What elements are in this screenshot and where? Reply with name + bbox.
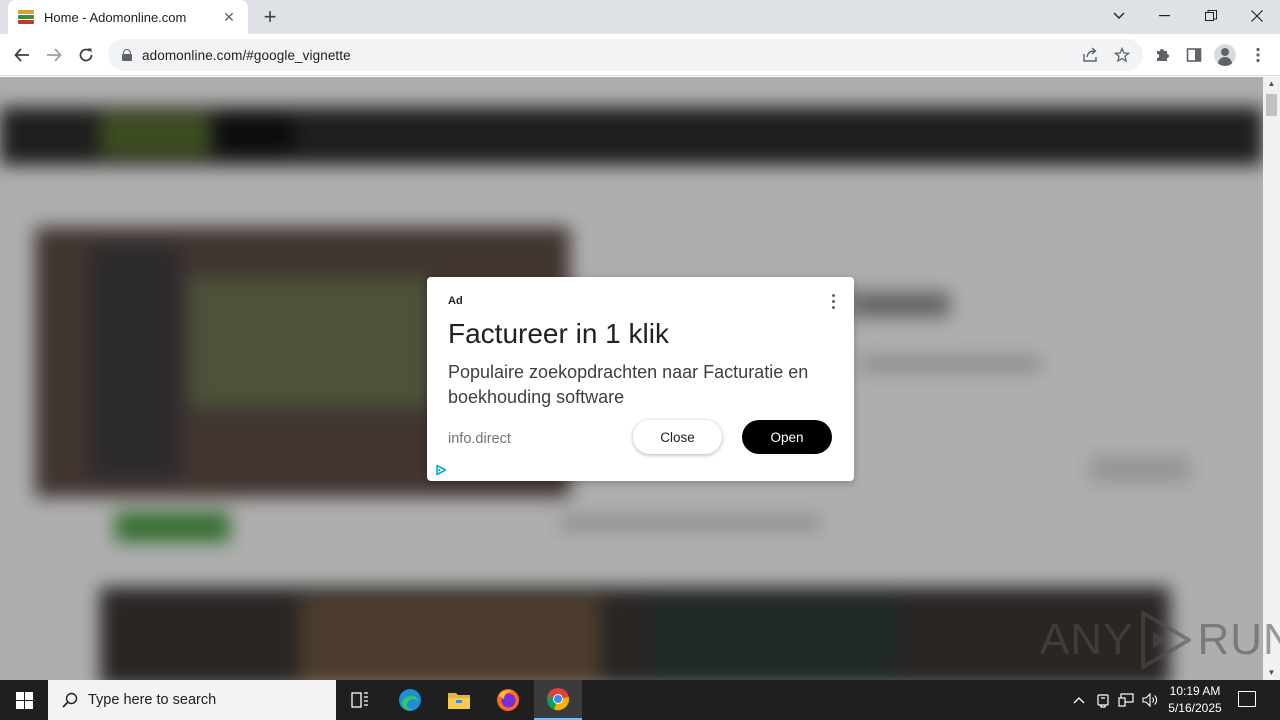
- clock-time: 10:19 AM: [1169, 684, 1221, 698]
- page-scrollbar[interactable]: ▲ ▼: [1263, 77, 1280, 680]
- windows-start-icon[interactable]: [0, 680, 48, 720]
- reload-icon[interactable]: [72, 41, 100, 69]
- search-placeholder[interactable]: Type here to search: [88, 692, 216, 708]
- firefox-icon[interactable]: [484, 680, 532, 720]
- taskbar-search-box[interactable]: Type here to search: [48, 680, 336, 720]
- back-icon[interactable]: [8, 41, 36, 69]
- side-panel-icon[interactable]: [1182, 43, 1206, 67]
- system-clock[interactable]: 10:19 AM 5/16/2025: [1162, 683, 1228, 717]
- ad-description[interactable]: Populaire zoekopdrachten naar Facturatie…: [448, 360, 838, 410]
- task-view-icon[interactable]: [336, 680, 384, 720]
- ad-domain[interactable]: info.direct: [448, 431, 511, 447]
- play-icon: [1141, 611, 1192, 669]
- minimize-icon[interactable]: [1142, 0, 1188, 32]
- close-icon[interactable]: [1234, 0, 1280, 32]
- forward-icon[interactable]: [40, 41, 68, 69]
- ad-close-button[interactable]: Close: [633, 420, 722, 454]
- url-text[interactable]: adomonline.com/#google_vignette: [142, 48, 351, 63]
- scroll-thumb[interactable]: [1266, 94, 1277, 116]
- edge-icon[interactable]: [386, 680, 434, 720]
- share-icon[interactable]: [1080, 45, 1100, 65]
- browser-toolbar: adomonline.com/#google_vignette: [0, 34, 1280, 76]
- lock-icon[interactable]: [122, 49, 132, 61]
- chevron-down-icon[interactable]: [1096, 0, 1142, 32]
- star-icon[interactable]: [1112, 45, 1132, 65]
- tab-strip: Home - Adomonline.com ✕ +: [0, 0, 1280, 34]
- watermark-text-right: RUN: [1197, 615, 1280, 664]
- address-bar[interactable]: adomonline.com/#google_vignette: [108, 39, 1143, 71]
- restore-icon[interactable]: [1188, 0, 1234, 32]
- adomonline-favicon: [18, 10, 34, 24]
- watermark-text-left: ANY: [1040, 615, 1134, 664]
- windows-taskbar: Type here to search 10:19 AM 5/16/2025: [0, 680, 1280, 720]
- anyrun-watermark: ANY RUN: [1040, 610, 1280, 670]
- close-icon[interactable]: ✕: [220, 8, 238, 26]
- ad-open-button[interactable]: Open: [742, 420, 832, 454]
- file-explorer-icon[interactable]: [435, 680, 483, 720]
- usb-device-icon[interactable]: [1094, 691, 1112, 709]
- scroll-up-arrow-icon[interactable]: ▲: [1263, 77, 1280, 91]
- ad-label: Ad: [448, 295, 463, 307]
- network-icon[interactable]: [1117, 691, 1135, 709]
- chevron-up-icon[interactable]: [1070, 691, 1088, 709]
- plus-icon[interactable]: +: [258, 4, 282, 29]
- vignette-ad-dialog: Ad Factureer in 1 klik Populaire zoekopd…: [427, 277, 854, 481]
- chrome-icon[interactable]: [534, 680, 582, 720]
- tab-home[interactable]: Home - Adomonline.com ✕: [8, 0, 248, 34]
- extensions-icon[interactable]: [1150, 43, 1174, 67]
- more-icon[interactable]: [1246, 43, 1270, 67]
- tab-title: Home - Adomonline.com: [44, 9, 187, 25]
- search-icon: [62, 692, 78, 708]
- volume-icon[interactable]: [1141, 691, 1159, 709]
- clock-date: 5/16/2025: [1168, 701, 1222, 715]
- notifications-icon[interactable]: [1238, 691, 1256, 707]
- adchoices-icon[interactable]: [435, 464, 447, 476]
- ad-options-icon[interactable]: [825, 291, 841, 311]
- profile-icon[interactable]: [1214, 44, 1236, 66]
- ad-title[interactable]: Factureer in 1 klik: [448, 318, 669, 350]
